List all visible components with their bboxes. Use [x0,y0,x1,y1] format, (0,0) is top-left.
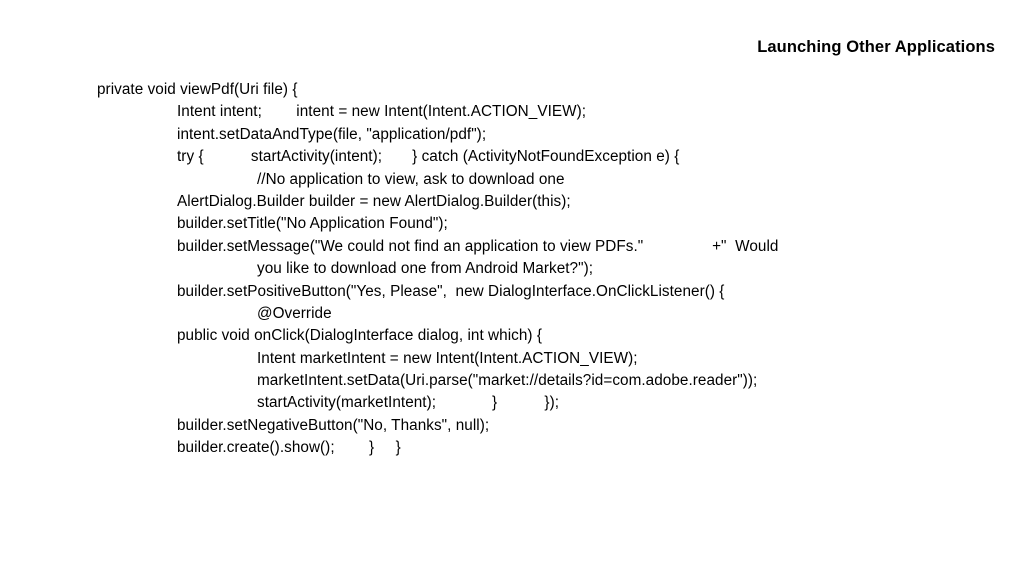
code-line: AlertDialog.Builder builder = new AlertD… [177,192,571,210]
code-line: builder.setPositiveButton("Yes, Please",… [177,282,725,300]
code-line: @Override [257,304,332,322]
code-line: you like to download one from Android Ma… [257,260,594,278]
code-line: private void viewPdf(Uri file) { [97,81,298,98]
code-line: Intent marketIntent = new Intent(Intent.… [257,349,638,367]
code-line: builder.setNegativeButton("No, Thanks", … [177,416,490,434]
presentation-slide: Launching Other Applications private voi… [0,0,1024,576]
code-line: builder.create().show(); } } [177,439,401,457]
code-line: startActivity(marketIntent); } }); [257,394,560,412]
code-line: Intent intent; intent = new Intent(Inten… [177,103,587,121]
code-line: intent.setDataAndType(file, "application… [177,125,487,143]
code-line: //No application to view, ask to downloa… [257,170,565,188]
code-line: public void onClick(DialogInterface dial… [177,327,543,345]
code-listing: private void viewPdf(Uri file) { Intent i… [97,79,997,460]
code-line: marketIntent.setData(Uri.parse("market:/… [257,372,758,390]
page-title: Launching Other Applications [757,38,995,56]
code-line: try { startActivity(intent); } catch (Ac… [177,148,680,166]
code-line: builder.setMessage("We could not find an… [177,237,779,255]
code-line: builder.setTitle("No Application Found")… [177,215,448,233]
